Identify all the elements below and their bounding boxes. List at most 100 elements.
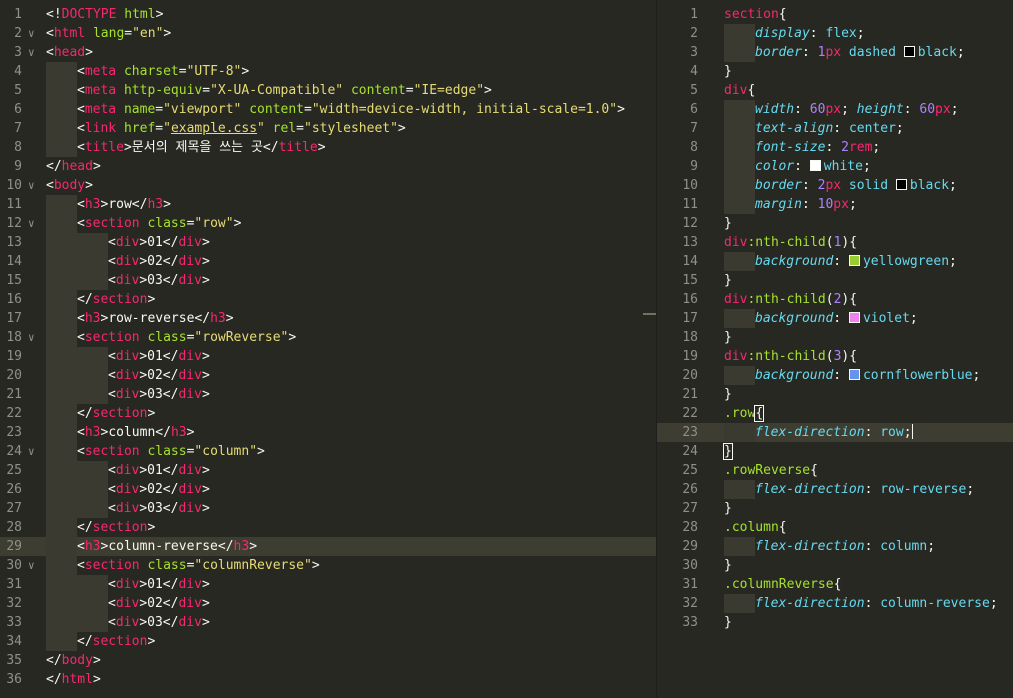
code-line[interactable]: 32 <div>02</div> [0,594,656,613]
code-line[interactable]: 22 .row{ [657,404,1013,423]
code-line[interactable]: 9 </head> [0,157,656,176]
code-line[interactable]: 36 </html> [0,670,656,689]
code-text[interactable]: .columnReverse{ [724,575,1013,594]
code-text[interactable]: background: yellowgreen; [724,252,1013,271]
code-line[interactable]: 1 section{ [657,5,1013,24]
code-line[interactable]: 6 width: 60px; height: 60px; [657,100,1013,119]
code-text[interactable]: <div>01</div> [46,233,656,252]
code-text[interactable]: <section class="rowReverse"> [46,328,656,347]
code-text[interactable]: <body> [46,176,656,195]
code-text[interactable]: } [724,385,1013,404]
code-line[interactable]: 24 ∨ <section class="column"> [0,442,656,461]
code-line[interactable]: 25 <div>01</div> [0,461,656,480]
code-text[interactable]: div:nth-child(2){ [724,290,1013,309]
code-line[interactable]: 3 ∨ <head> [0,43,656,62]
code-text[interactable]: background: violet; [724,309,1013,328]
code-line[interactable]: 25 .rowReverse{ [657,461,1013,480]
code-line[interactable]: 27 <div>03</div> [0,499,656,518]
code-text[interactable]: <div>02</div> [46,594,656,613]
code-line[interactable]: 22 </section> [0,404,656,423]
code-line[interactable]: 32 flex-direction: column-reverse; [657,594,1013,613]
code-line[interactable]: 4} [657,62,1013,81]
code-text[interactable]: </body> [46,651,656,670]
code-line[interactable]: 6 <meta name="viewport" content="width=de… [0,100,656,119]
code-line[interactable]: 18 ∨ <section class="rowReverse"> [0,328,656,347]
code-line[interactable]: 10 border: 2px solid black; [657,176,1013,195]
code-line[interactable]: 15} [657,271,1013,290]
code-text[interactable]: <title>문서의 제목을 쓰는 곳</title> [46,138,656,157]
fold-chevron-icon[interactable]: ∨ [28,328,42,347]
code-text[interactable]: <div>03</div> [46,613,656,632]
fold-chevron-icon[interactable]: ∨ [28,176,42,195]
code-text[interactable]: } [724,328,1013,347]
code-line[interactable]: 15 <div>03</div> [0,271,656,290]
code-line[interactable]: 11 <h3>row</h3> [0,195,656,214]
fold-chevron-icon[interactable]: ∨ [28,214,42,233]
code-text[interactable]: flex-direction: column-reverse; [724,594,1013,613]
fold-chevron-icon[interactable]: ∨ [28,24,42,43]
code-text[interactable]: </head> [46,157,656,176]
code-text[interactable]: </section> [46,632,656,651]
code-text[interactable]: } [724,499,1013,518]
code-text[interactable]: section{ [724,5,1013,24]
code-line[interactable]: 26 <div>02</div> [0,480,656,499]
code-line[interactable]: 21} [657,385,1013,404]
code-text[interactable]: margin: 10px; [724,195,1013,214]
code-text[interactable]: border: 1px dashed black; [724,43,1013,62]
html-editor-pane[interactable]: 1 <!DOCTYPE html> 2 ∨ <html lang="en"> 3 ∨ <hea… [0,0,656,698]
code-text[interactable]: <link href="example.css" rel="stylesheet… [46,119,656,138]
scrollbar-thumb[interactable] [643,313,656,315]
code-line[interactable]: 7 text-align: center; [657,119,1013,138]
code-text[interactable]: } [723,442,1013,461]
code-line[interactable]: 31 .columnReverse{ [657,575,1013,594]
code-text[interactable]: <div>03</div> [46,385,656,404]
code-text[interactable]: <div>01</div> [46,575,656,594]
code-text[interactable]: <div>03</div> [46,499,656,518]
code-text[interactable]: <div>03</div> [46,271,656,290]
code-line[interactable]: 12} [657,214,1013,233]
code-line[interactable]: 13 <div>01</div> [0,233,656,252]
code-text[interactable]: } [724,613,1013,632]
code-text[interactable]: display: flex; [724,24,1013,43]
code-text[interactable]: } [724,62,1013,81]
code-line[interactable]: 10 ∨ <body> [0,176,656,195]
code-text[interactable]: background: cornflowerblue; [724,366,1013,385]
code-text[interactable]: flex-direction: row-reverse; [724,480,1013,499]
code-line[interactable]: 33} [657,613,1013,632]
code-line[interactable]: 2 display: flex; [657,24,1013,43]
code-line[interactable]: 4 <meta charset="UTF-8"> [0,62,656,81]
code-text[interactable]: div:nth-child(3){ [724,347,1013,366]
code-line[interactable]: 2 ∨ <html lang="en"> [0,24,656,43]
code-line[interactable]: 11 margin: 10px; [657,195,1013,214]
fold-chevron-icon[interactable]: ∨ [28,442,42,461]
code-text[interactable]: } [724,271,1013,290]
code-line[interactable]: 27} [657,499,1013,518]
code-line[interactable]: 9 color: white; [657,157,1013,176]
code-line[interactable]: 26 flex-direction: row-reverse; [657,480,1013,499]
code-text[interactable]: <section class="column"> [46,442,656,461]
code-line[interactable]: 14 background: yellowgreen; [657,252,1013,271]
code-text[interactable]: flex-direction: column; [724,537,1013,556]
code-text[interactable]: <h3>row</h3> [46,195,656,214]
code-line[interactable]: 28 .column{ [657,518,1013,537]
code-text[interactable]: <section class="row"> [46,214,656,233]
code-text[interactable]: flex-direction: row; [724,423,1013,442]
code-text[interactable]: <meta charset="UTF-8"> [46,62,656,81]
code-line[interactable]: 30 ∨ <section class="columnReverse"> [0,556,656,575]
code-line[interactable]: 12 ∨ <section class="row"> [0,214,656,233]
code-text[interactable]: <!DOCTYPE html> [46,5,656,24]
code-line[interactable]: 21 <div>03</div> [0,385,656,404]
code-line[interactable]: 35 </body> [0,651,656,670]
code-text[interactable]: font-size: 2rem; [724,138,1013,157]
code-line[interactable]: 30} [657,556,1013,575]
code-text[interactable]: <div>01</div> [46,461,656,480]
code-text[interactable]: </section> [46,518,656,537]
code-text[interactable]: width: 60px; height: 60px; [724,100,1013,119]
code-line[interactable]: 33 <div>03</div> [0,613,656,632]
code-line[interactable]: 8 font-size: 2rem; [657,138,1013,157]
code-line[interactable]: 28 </section> [0,518,656,537]
code-text[interactable]: <html lang="en"> [46,24,656,43]
code-line[interactable]: 16 div:nth-child(2){ [657,290,1013,309]
code-text[interactable]: <div>02</div> [46,366,656,385]
code-line[interactable]: 29 <h3>column-reverse</h3> [0,537,656,556]
